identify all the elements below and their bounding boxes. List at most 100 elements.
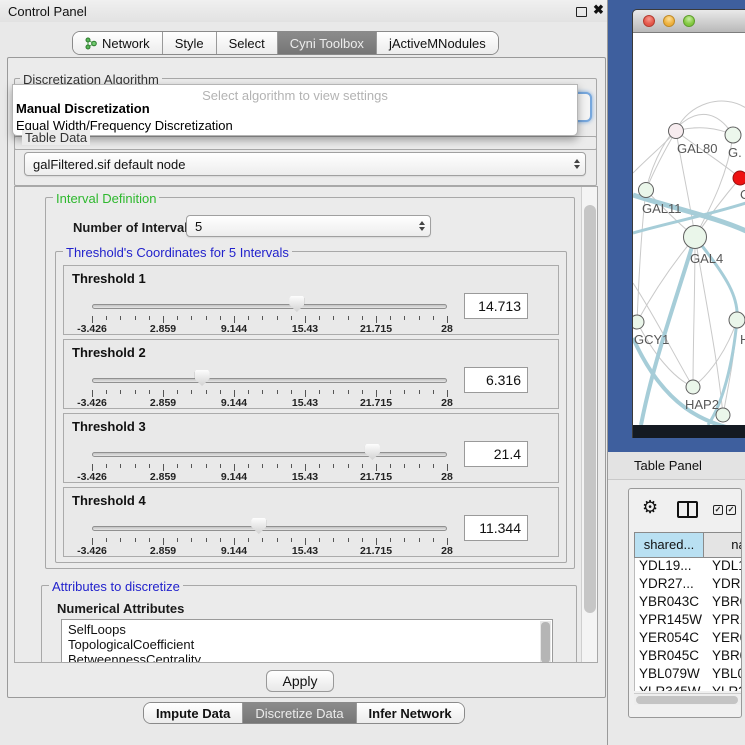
cell-shared-name[interactable]: YPR145W [639, 612, 702, 627]
column-header-name[interactable]: na [704, 532, 742, 558]
threshold-2-value-field[interactable]: 6.316 [464, 367, 528, 393]
table-row[interactable]: YBR043C YBR0 [635, 594, 742, 612]
network-node-label: C [740, 187, 745, 202]
settings-scrollbar-thumb[interactable] [584, 205, 596, 613]
tab-style-label: Style [175, 36, 204, 51]
cell-name[interactable]: YBR0 [712, 648, 742, 663]
cell-name[interactable]: YLR3 [712, 684, 742, 691]
network-canvas[interactable]: GAL80G.CGAL11GAL4GCY1HHAP2 [633, 33, 745, 425]
cell-shared-name[interactable]: YBR043C [639, 594, 699, 609]
table-panel: ⚙ ✓ ✓ shared... na YDL19...YDL1YDR27...Y… [628, 488, 742, 718]
tab-select[interactable]: Select [217, 32, 278, 54]
axis-tick [419, 316, 420, 320]
tab-jactivemnodules[interactable]: jActiveMNodules [377, 32, 498, 54]
cell-name[interactable]: YDL1 [712, 558, 742, 573]
network-edge[interactable] [646, 131, 676, 190]
columns-icon[interactable] [677, 501, 698, 518]
threshold-3-value-field[interactable]: 21.4 [464, 441, 528, 467]
axis-tick [291, 538, 292, 542]
table-row[interactable]: YDR27... YDR2 [635, 576, 742, 594]
axis-tick [319, 316, 320, 320]
network-edge[interactable] [637, 237, 695, 322]
tab-style[interactable]: Style [163, 32, 217, 54]
axis-tick [177, 390, 178, 394]
axis-tick-label: 15.43 [292, 323, 318, 335]
cell-shared-name[interactable]: YDL19... [639, 558, 692, 573]
threshold-4-value-field[interactable]: 11.344 [464, 515, 528, 541]
checkbox-icon[interactable]: ✓ [726, 505, 736, 515]
close-traffic-light-icon[interactable] [643, 15, 655, 27]
network-edge[interactable] [695, 237, 737, 320]
axis-tick [234, 316, 235, 323]
network-node-g[interactable] [725, 127, 741, 143]
axis-tick [149, 316, 150, 320]
cell-shared-name[interactable]: YBR045C [639, 648, 699, 663]
tab-cyni-toolbox[interactable]: Cyni Toolbox [278, 32, 377, 54]
network-node-unlabeled[interactable] [716, 408, 730, 422]
cell-shared-name[interactable]: YBL079W [639, 666, 700, 681]
axis-tick [92, 464, 93, 471]
network-edge[interactable] [633, 131, 676, 173]
network-view-window: GAL80G.CGAL11GAL4GCY1HHAP2 [632, 9, 745, 438]
tab-infer-network[interactable]: Infer Network [357, 703, 464, 723]
minimize-traffic-light-icon[interactable] [663, 15, 675, 27]
axis-tick [362, 464, 363, 468]
network-node-gal4[interactable] [684, 226, 707, 249]
settings-vertical-scrollbar[interactable] [581, 187, 598, 662]
tab-impute-data[interactable]: Impute Data [144, 703, 243, 723]
network-edge[interactable] [676, 101, 745, 131]
cell-shared-name[interactable]: YDR27... [639, 576, 694, 591]
axis-tick [234, 390, 235, 397]
table-row[interactable]: YBR045C YBR0 [635, 648, 742, 666]
numerical-attributes-list: SelfLoops TopologicalCoefficient Between… [61, 619, 553, 663]
cell-name[interactable]: YPR1 [712, 612, 742, 627]
axis-tick [348, 538, 349, 542]
tab-discretize-data[interactable]: Discretize Data [243, 703, 356, 723]
cell-shared-name[interactable]: YER054C [639, 630, 699, 645]
cell-name[interactable]: YBL0 [712, 666, 742, 681]
tab-jactivemnodules-label: jActiveMNodules [389, 36, 486, 51]
gear-icon[interactable]: ⚙ [642, 497, 658, 518]
number-of-intervals-label: Number of Intervals [73, 220, 195, 235]
column-header-shared-name[interactable]: shared... [634, 532, 704, 558]
cell-name[interactable]: YDR2 [712, 576, 742, 591]
network-edge[interactable] [676, 128, 733, 135]
network-node-gal11[interactable] [639, 183, 654, 198]
threshold-1-value-field[interactable]: 14.713 [464, 293, 528, 319]
axis-tick-label: 2.859 [150, 397, 176, 409]
cell-shared-name[interactable]: YLR345W [639, 684, 701, 691]
attribute-list-scrollbar[interactable] [540, 621, 551, 663]
list-item-selfloops[interactable]: SelfLoops [68, 622, 126, 637]
algorithm-option-manual[interactable]: Manual Discretization [16, 101, 150, 116]
table-row[interactable]: YBL079W YBL0 [635, 666, 742, 684]
apply-button[interactable]: Apply [266, 670, 334, 692]
table-horizontal-scrollbar[interactable] [634, 693, 742, 705]
axis-tick [390, 464, 391, 468]
network-node-hap2[interactable] [686, 380, 700, 394]
network-node-gal80[interactable] [669, 124, 684, 139]
float-panel-icon[interactable] [576, 7, 587, 17]
list-item-topologicalcoefficient[interactable]: TopologicalCoefficient [68, 637, 194, 652]
zoom-traffic-light-icon[interactable] [683, 15, 695, 27]
table-row[interactable]: YLR345W YLR3 [635, 684, 742, 691]
list-item-betweennesscentrality[interactable]: BetweennessCentrality [68, 652, 201, 663]
axis-tick [305, 316, 306, 323]
network-node-c[interactable] [733, 171, 745, 185]
number-of-intervals-combobox[interactable]: 5 [186, 215, 431, 237]
table-data-combobox[interactable]: galFiltered.sif default node [24, 152, 586, 176]
network-window-titlebar[interactable] [633, 10, 745, 33]
table-row[interactable]: YER054C YER0 [635, 630, 742, 648]
axis-tick [220, 316, 221, 320]
table-hscrollbar-thumb[interactable] [636, 696, 738, 704]
table-body: YDL19... YDL1 YDR27... YDR2 YBR043C YBR0 YPR14… [634, 558, 742, 691]
checkbox-icon[interactable]: ✓ [713, 505, 723, 515]
tab-network[interactable]: Network [73, 32, 163, 54]
cell-name[interactable]: YER0 [712, 630, 742, 645]
axis-tick-label: -3.426 [77, 471, 107, 483]
network-node-h[interactable] [729, 312, 745, 328]
network-node-gcy1[interactable] [633, 315, 644, 329]
close-icon[interactable]: ✖ [593, 2, 604, 18]
cell-name[interactable]: YBR0 [712, 594, 742, 609]
table-row[interactable]: YPR145W YPR1 [635, 612, 742, 630]
table-row[interactable]: YDL19... YDL1 [635, 558, 742, 576]
